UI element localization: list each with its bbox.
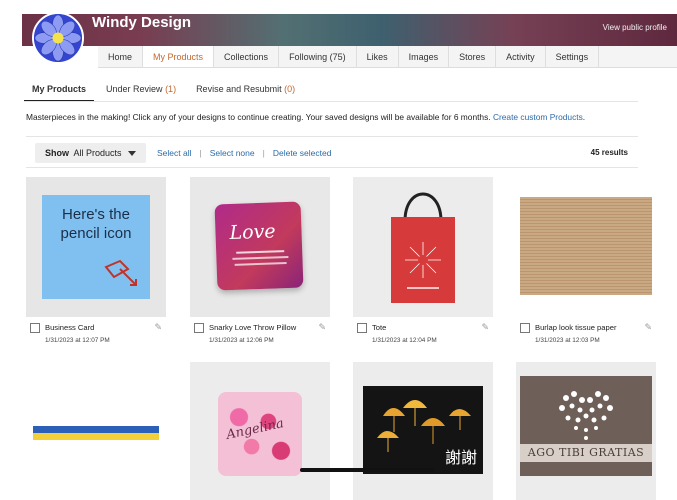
card-title-row: Burlap look tissue paper ✎ [516,322,656,333]
select-checkbox[interactable] [520,322,530,333]
show-value: All Products [73,148,122,158]
home-indicator-scrollbar[interactable] [300,468,434,472]
card-title-row: Snarky Love Throw Pillow ✎ [190,322,330,333]
thumb-caption: AGO TIBI GRATIAS [527,446,645,459]
tab-collections[interactable]: Collections [214,46,280,67]
product-date: 1/31/2023 at 12:06 PM [209,337,274,344]
tab-stores[interactable]: Stores [449,46,497,67]
product-card[interactable]: Love Snarky Love Throw Pillow ✎ 1/31/202… [190,177,330,344]
product-subtabs: My Products Under Review (1) Revise and … [24,80,307,102]
tote-image [391,192,455,303]
edit-pencil-icon[interactable]: ✎ [481,322,489,333]
show-label: Show [45,148,69,158]
product-thumbnail[interactable]: Love [190,177,330,317]
revise-count: (0) [284,84,296,94]
tab-activity[interactable]: Activity [496,46,546,67]
product-thumbnail[interactable]: 謝謝 [353,362,493,500]
edit-pencil-icon[interactable]: ✎ [644,322,652,333]
flower-icon [34,14,82,62]
tab-images[interactable]: Images [399,46,450,67]
product-thumbnail[interactable]: AGO TIBI GRATIAS [516,362,656,500]
product-date: 1/31/2023 at 12:07 PM [45,337,110,344]
divider [24,101,638,102]
store-name: Windy Design [92,14,192,31]
separator: | [262,148,265,158]
subtab-revise-resubmit[interactable]: Revise and Resubmit (0) [188,80,303,102]
umbrellas-card-image: 謝謝 [363,386,483,474]
pencil-icon [104,259,137,286]
product-thumbnail[interactable] [516,177,656,317]
product-card[interactable]: Here's the pencil icon Business Card ✎ 1… [26,177,166,344]
product-thumbnail[interactable] [353,177,493,317]
tab-following[interactable]: Following (75) [279,46,357,67]
product-thumbnail[interactable]: Here's the pencil icon [26,177,166,317]
create-custom-products-link[interactable]: Create custom Products [493,112,583,122]
separator: | [199,148,202,158]
select-checkbox[interactable] [194,322,204,333]
thumb-caption: Love [229,220,276,245]
edit-pencil-icon[interactable]: ✎ [154,322,162,333]
heart-card-image: AGO TIBI GRATIAS [520,376,652,476]
product-card[interactable]: Burlap look tissue paper ✎ 1/31/2023 at … [516,177,656,344]
caret-down-icon [128,151,136,156]
subtab-under-review-label: Under Review [106,84,163,94]
store-avatar[interactable] [32,12,84,64]
product-title[interactable]: Burlap look tissue paper [535,323,616,332]
subtab-under-review[interactable]: Under Review (1) [98,80,184,102]
product-thumbnail[interactable] [26,362,166,500]
pillow-image: Love [214,201,304,291]
selection-actions: Select all | Select none | Delete select… [157,148,331,158]
product-card[interactable]: 謝謝 [353,362,493,500]
subtab-my-products[interactable]: My Products [24,80,95,102]
intro-text: Masterpieces in the making! Click any of… [26,112,585,122]
tab-likes[interactable]: Likes [357,46,399,67]
select-checkbox[interactable] [30,322,40,333]
product-thumbnail[interactable]: Angelina [190,362,330,500]
burlap-image [520,197,652,295]
product-title[interactable]: Snarky Love Throw Pillow [209,323,296,332]
thumb-caption: 謝謝 [444,448,477,467]
show-filter-select[interactable]: Show All Products [35,143,146,163]
under-review-count: (1) [165,84,177,94]
product-title[interactable]: Business Card [45,323,94,332]
view-public-profile-link[interactable]: View public profile [603,23,667,32]
text-line [234,262,287,266]
product-card[interactable]: Tote ✎ 1/31/2023 at 12:04 PM [353,177,493,344]
tab-my-products[interactable]: My Products [143,46,215,67]
flag-ribbon-blue [33,426,159,433]
select-none-link[interactable]: Select none [210,148,255,158]
text-line [236,250,285,254]
card-title-row: Tote ✎ [353,322,493,333]
card-title-row: Business Card ✎ [26,322,166,333]
intro-message: Masterpieces in the making! Click any of… [26,112,491,122]
main-nav: Home My Products Collections Following (… [98,46,677,68]
tab-home[interactable]: Home [98,46,144,67]
product-card[interactable] [26,362,166,500]
thumb-caption: Here's the pencil icon [60,206,132,242]
hearts-pillow-image: Angelina [218,392,302,476]
delete-selected-link[interactable]: Delete selected [273,148,332,158]
edit-pencil-icon[interactable]: ✎ [318,322,326,333]
subtab-revise-label: Revise and Resubmit [196,84,282,94]
business-card-image: Here's the pencil icon [42,195,150,299]
product-card[interactable]: Angelina [190,362,330,500]
product-card[interactable]: AGO TIBI GRATIAS [516,362,656,500]
product-title[interactable]: Tote [372,323,386,332]
product-date: 1/31/2023 at 12:03 PM [535,337,600,344]
tab-settings[interactable]: Settings [546,46,600,67]
flag-ribbon-yellow [33,433,159,440]
thumb-caption: Angelina [225,416,286,443]
product-toolbar: Show All Products Select all | Select no… [26,136,638,168]
intro-trail: . [582,112,586,122]
text-line [232,255,289,260]
results-count: 45 results [590,148,628,157]
select-all-link[interactable]: Select all [157,148,192,158]
product-date: 1/31/2023 at 12:04 PM [372,337,437,344]
select-checkbox[interactable] [357,322,367,333]
subtab-my-products-label: My Products [32,84,87,94]
